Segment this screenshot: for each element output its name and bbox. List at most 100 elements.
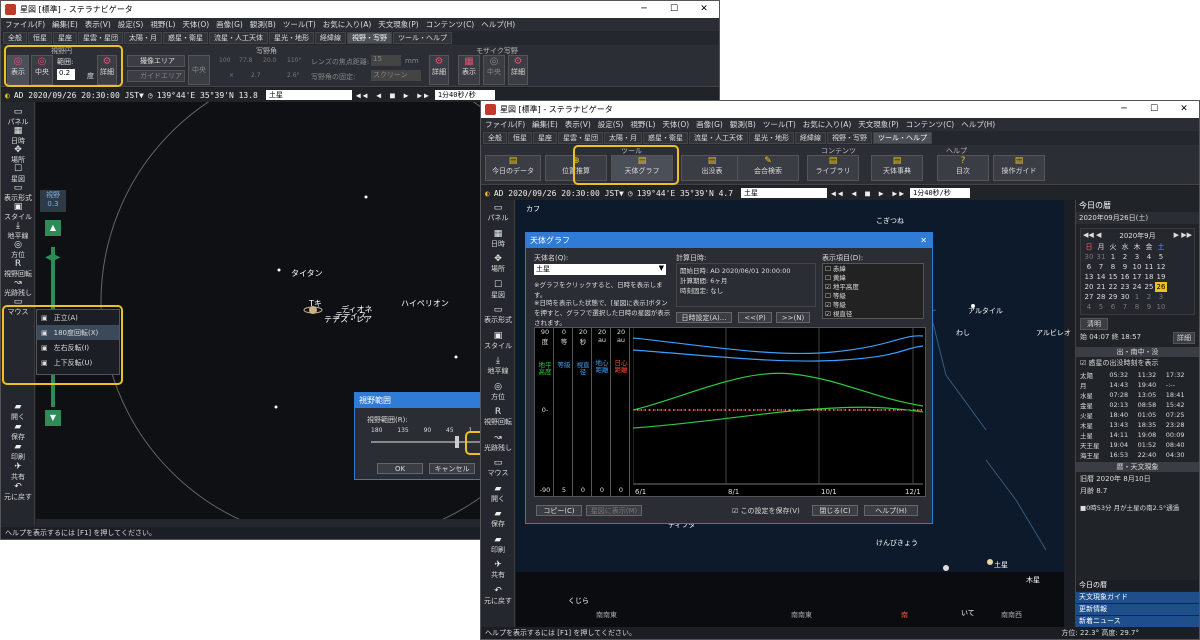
ribbon-tab[interactable]: ツール・ヘルプ: [393, 32, 452, 44]
calendar-day[interactable]: 23: [1119, 282, 1131, 292]
ribbon-tab[interactable]: 星光・地形: [749, 132, 794, 144]
calendar-day[interactable]: 6: [1083, 262, 1095, 272]
sky-label[interactable]: けんびきょう: [876, 538, 918, 548]
next-button[interactable]: >>(N): [776, 312, 810, 323]
target-select[interactable]: 土星: [741, 188, 828, 198]
zoom-down-button[interactable]: ▼: [45, 410, 61, 426]
calendar-day[interactable]: 6: [1107, 302, 1119, 312]
tool-button[interactable]: ▤ ライブラリ: [807, 155, 859, 181]
ribbon-tab[interactable]: 恒星: [508, 132, 532, 144]
calendar-day[interactable]: 9: [1143, 302, 1155, 312]
cam-focus-input[interactable]: 15: [371, 55, 401, 66]
camera-center-button[interactable]: 中央: [188, 55, 210, 85]
sky-label[interactable]: わし: [956, 328, 970, 338]
calendar-day[interactable]: 29: [1107, 292, 1119, 302]
sidebar-item[interactable]: ▰ 印刷: [481, 535, 515, 555]
menu-item[interactable]: 編集(E): [52, 19, 78, 30]
calendar-day[interactable]: 1: [1107, 252, 1119, 262]
minimize-button[interactable]: ─: [1109, 101, 1139, 118]
menu-item[interactable]: 天体(O): [662, 119, 689, 130]
maximize-button[interactable]: ☐: [1139, 101, 1169, 118]
sidebar-item[interactable]: ▰ 印刷: [1, 442, 35, 462]
calendar-day[interactable]: 3: [1155, 292, 1167, 302]
close-button[interactable]: ✕: [1169, 101, 1199, 118]
mosaic-detail-button[interactable]: ⚙ 詳細: [508, 55, 528, 85]
ribbon-tab[interactable]: 惑星・衛星: [643, 132, 688, 144]
tool-button[interactable]: ▤ 今日のデータ: [485, 155, 541, 181]
cal-next[interactable]: ▶ ▶▶: [1174, 231, 1192, 241]
sidebar-item[interactable]: ✥ 場所: [481, 254, 515, 274]
ribbon-tab[interactable]: 視野・写野: [347, 32, 392, 44]
help-button[interactable]: ヘルプ(H): [864, 505, 918, 516]
sky-label[interactable]: アルビレオ: [1036, 328, 1071, 338]
ribbon-tab[interactable]: 星雲・星団: [78, 32, 123, 44]
calendar-day[interactable]: 3: [1131, 252, 1143, 262]
ribbon-tab[interactable]: 流星・人工天体: [689, 132, 748, 144]
calendar-day[interactable]: 25: [1143, 282, 1155, 292]
ribbon-tab[interactable]: ツール・ヘルプ: [873, 132, 932, 144]
sky-label[interactable]: いて: [961, 608, 975, 618]
sidebar-item[interactable]: ◎ 方位: [1, 240, 35, 260]
planet-label[interactable]: Tキ: [309, 298, 322, 309]
ribbon-tab[interactable]: 星座: [533, 132, 557, 144]
close-icon[interactable]: ✕: [920, 233, 927, 248]
calendar-day[interactable]: 15: [1107, 272, 1119, 282]
calendar-day[interactable]: 17: [1131, 272, 1143, 282]
copy-button[interactable]: コピー(C): [536, 505, 582, 516]
cal-prev[interactable]: ◀◀ ◀: [1083, 231, 1101, 241]
calendar-day[interactable]: 2: [1119, 252, 1131, 262]
sidebar-item[interactable]: ▭ パネル: [481, 203, 515, 223]
datetime-display[interactable]: AD 2020/09/26 20:30:00 JST▼: [494, 189, 624, 198]
sidebar-item[interactable]: ↶ 元に戻す: [481, 586, 515, 606]
sidebar-item[interactable]: ▰ 開く: [481, 484, 515, 504]
planet-label[interactable]: ハイペリオン: [401, 298, 449, 309]
calendar-day[interactable]: 30: [1083, 252, 1095, 262]
ribbon-tab[interactable]: 経緯線: [795, 132, 826, 144]
calendar-day[interactable]: 10: [1155, 302, 1167, 312]
tool-button[interactable]: ▤ 操作ガイド: [993, 155, 1045, 181]
calendar-day[interactable]: 19: [1155, 272, 1167, 282]
ribbon-tab[interactable]: 星光・地形: [269, 32, 314, 44]
graph-area[interactable]: 90 度地平高度 0- -90 0 等等級 5 20 秒視直径 0 20 au 地心距離 0 20 au 日心距…: [534, 327, 926, 497]
menu-item[interactable]: 天文現象(P): [858, 119, 898, 130]
sidebar-item[interactable]: ▭ 表示形式: [481, 305, 515, 325]
menu-item[interactable]: 天体(O): [182, 19, 209, 30]
menu-item[interactable]: 画像(G): [216, 19, 243, 30]
calendar-day[interactable]: 7: [1119, 302, 1131, 312]
ribbon-tab[interactable]: 星雲・星団: [558, 132, 603, 144]
ribbon-tab[interactable]: 太陽・月: [604, 132, 642, 144]
calendar-day[interactable]: 20: [1083, 282, 1095, 292]
menu-item[interactable]: コンテンツ(C): [426, 19, 475, 30]
rise-set-checkbox[interactable]: ☑ 惑星の出没時刻を表示: [1076, 358, 1199, 368]
ribbon-tab[interactable]: 惑星・衛星: [163, 32, 208, 44]
detail-button[interactable]: 詳細: [1173, 332, 1195, 344]
calendar-day[interactable]: 4: [1083, 302, 1095, 312]
menu-item[interactable]: ツール(T): [763, 119, 796, 130]
items-list[interactable]: ☐ 赤緯 ☐ 黄緯 ☑ 地平高度 ☐ 等級 ☑ 等級 ☑ 視直径: [822, 263, 924, 319]
guide-area-button[interactable]: ガイドエリア: [127, 70, 185, 82]
calendar-day[interactable]: 11: [1143, 262, 1155, 272]
location-display[interactable]: 139°44'E 35°39'N 13.8: [157, 91, 258, 100]
calendar-day[interactable]: 10: [1131, 262, 1143, 272]
ribbon-tab[interactable]: 全般: [483, 132, 507, 144]
tool-button[interactable]: ▤ 天体事典: [871, 155, 923, 181]
menu-item[interactable]: 編集(E): [532, 119, 558, 130]
sidebar-item[interactable]: ▣ スタイル: [481, 331, 515, 351]
ribbon-tab[interactable]: 星座: [53, 32, 77, 44]
camera-area-button[interactable]: 撮像エリア: [127, 55, 185, 67]
menu-item[interactable]: ツール(T): [283, 19, 316, 30]
calendar-day[interactable]: 5: [1155, 252, 1167, 262]
menu-item[interactable]: 画像(G): [696, 119, 723, 130]
calendar-day[interactable]: 22: [1107, 282, 1119, 292]
sky-label[interactable]: 土星: [994, 560, 1008, 570]
calendar-day[interactable]: 16: [1119, 272, 1131, 282]
panel-tab[interactable]: 今日の暦: [1076, 580, 1199, 591]
show-on-map-button[interactable]: 星図に表示(M): [586, 505, 642, 516]
ribbon-tab[interactable]: 流星・人工天体: [209, 32, 268, 44]
menu-item[interactable]: 設定(S): [598, 119, 624, 130]
camera-detail-button[interactable]: ⚙ 詳細: [429, 55, 449, 85]
mosaic-show-button[interactable]: ▦ 表示: [458, 55, 480, 85]
sky-label[interactable]: くじら: [568, 596, 589, 606]
sidebar-item[interactable]: ☐ 星図: [1, 164, 35, 184]
sidebar-item[interactable]: ▰ 保存: [1, 422, 35, 442]
